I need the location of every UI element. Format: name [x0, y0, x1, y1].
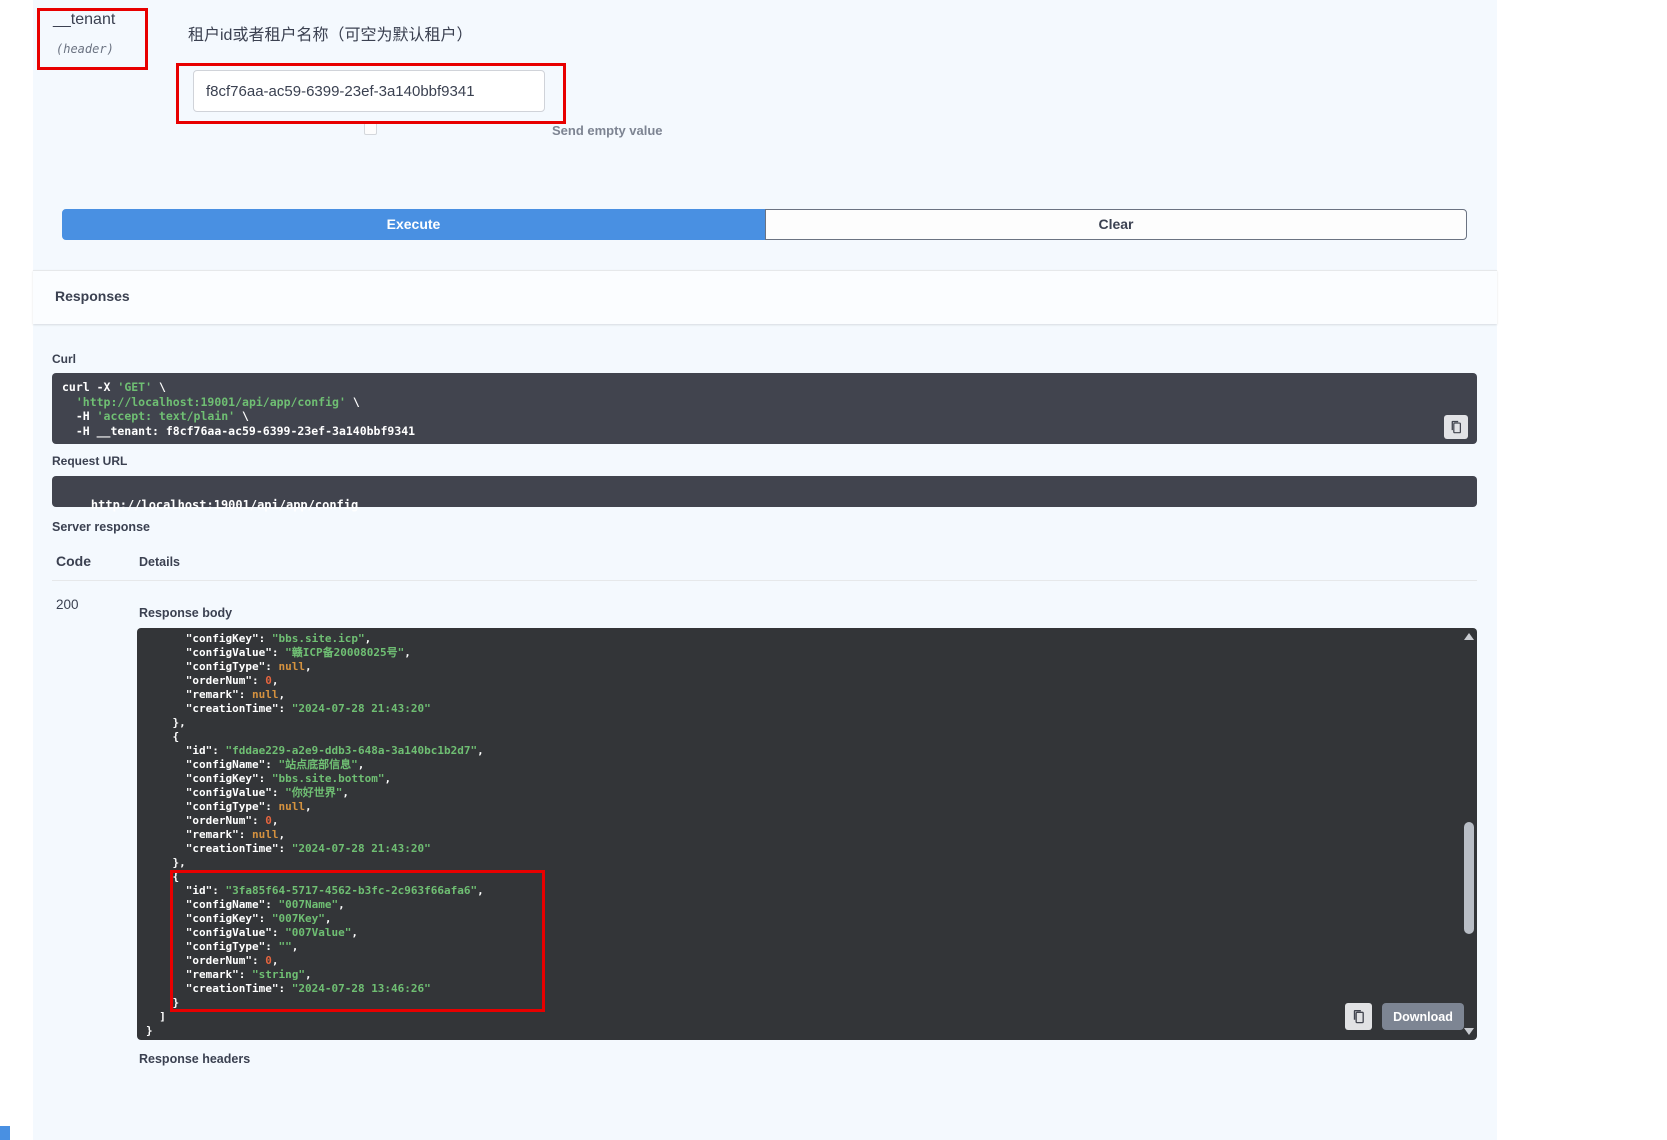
- response-copy-button[interactable]: [1345, 1003, 1372, 1030]
- scrollbar-up-arrow[interactable]: [1464, 633, 1474, 640]
- clipboard-icon: [1449, 420, 1463, 434]
- param-description: 租户id或者租户名称（可空为默认租户）: [188, 21, 472, 45]
- curl-copy-button[interactable]: [1444, 415, 1468, 439]
- table-header-divider: [52, 580, 1477, 581]
- scrollbar-thumb[interactable]: [1464, 822, 1474, 934]
- param-name: __tenant: [53, 11, 115, 29]
- details-column-header: Details: [139, 555, 180, 569]
- code-column-header: Code: [56, 553, 91, 569]
- curl-block: curl -X 'GET' \ 'http://localhost:19001/…: [52, 373, 1477, 444]
- curl-command-text: curl -X 'GET' \ 'http://localhost:19001/…: [62, 380, 1467, 438]
- curl-label: Curl: [52, 352, 76, 366]
- response-body-block: "configKey": "bbs.site.icp", "configValu…: [137, 628, 1477, 1040]
- responses-title: Responses: [55, 288, 130, 304]
- request-url-block: http://localhost:19001/api/app/config: [52, 476, 1477, 507]
- tenant-input[interactable]: [193, 70, 545, 112]
- send-empty-checkbox[interactable]: [364, 122, 377, 135]
- response-json-text: "configKey": "bbs.site.icp", "configValu…: [137, 628, 1477, 1038]
- request-url-label: Request URL: [52, 454, 127, 468]
- responses-header-band: [33, 270, 1497, 324]
- clipboard-icon: [1351, 1009, 1366, 1024]
- next-opblock-fragment: [0, 1126, 10, 1140]
- download-button[interactable]: Download: [1382, 1003, 1464, 1030]
- swagger-page: __tenant (header) 租户id或者租户名称（可空为默认租户） Se…: [0, 0, 1667, 1140]
- status-code: 200: [56, 597, 79, 612]
- send-empty-label: Send empty value: [552, 123, 663, 138]
- scrollbar-down-arrow[interactable]: [1464, 1028, 1474, 1035]
- server-response-label: Server response: [52, 520, 150, 534]
- response-body-label: Response body: [139, 606, 232, 620]
- request-url-text: http://localhost:19001/api/app/config: [91, 498, 358, 512]
- clear-button[interactable]: Clear: [765, 209, 1467, 240]
- param-location: (header): [56, 42, 114, 56]
- execute-button[interactable]: Execute: [62, 209, 765, 240]
- response-headers-label: Response headers: [139, 1052, 250, 1066]
